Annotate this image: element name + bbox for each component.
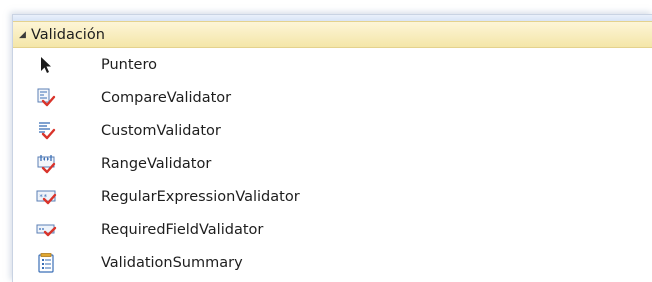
pointer-arrow-icon <box>35 54 57 76</box>
toolbox-item-validationsummary[interactable]: ValidationSummary <box>13 246 652 279</box>
toolbox-item-label: CustomValidator <box>101 122 221 139</box>
category-label: Validación <box>31 26 105 43</box>
regex-validator-icon: ** <box>35 186 57 208</box>
toolbox-item-label: RangeValidator <box>101 155 212 172</box>
category-header-validacion[interactable]: ◢ Validación <box>13 21 652 48</box>
toolbox-item-label: Puntero <box>101 56 157 73</box>
toolbox-item-label: CompareValidator <box>101 89 232 106</box>
toolbox-item-label: RegularExpressionValidator <box>101 188 300 205</box>
toolbox-item-label: ValidationSummary <box>101 254 243 271</box>
toolbox-item-customvalidator[interactable]: CustomValidator <box>13 114 652 147</box>
custom-validator-icon <box>35 120 57 142</box>
toolbox-item-puntero[interactable]: Puntero <box>13 48 652 81</box>
range-validator-icon <box>35 153 57 175</box>
toolbox-panel: ◢ Validación Puntero CompareValidator Cu… <box>12 14 652 282</box>
toolbox-item-comparevalidator[interactable]: CompareValidator <box>13 81 652 114</box>
required-field-validator-icon <box>35 219 57 241</box>
compare-validator-icon <box>35 87 57 109</box>
validation-summary-icon <box>35 252 57 274</box>
toolbox-item-list: Puntero CompareValidator CustomValidator… <box>13 48 652 279</box>
toolbox-item-requiredfieldvalidator[interactable]: RequiredFieldValidator <box>13 213 652 246</box>
expand-triangle-icon[interactable]: ◢ <box>19 30 29 40</box>
toolbox-item-rangevalidator[interactable]: RangeValidator <box>13 147 652 180</box>
toolbox-item-regularexpressionvalidator[interactable]: ** RegularExpressionValidator <box>13 180 652 213</box>
toolbox-item-label: RequiredFieldValidator <box>101 221 264 238</box>
